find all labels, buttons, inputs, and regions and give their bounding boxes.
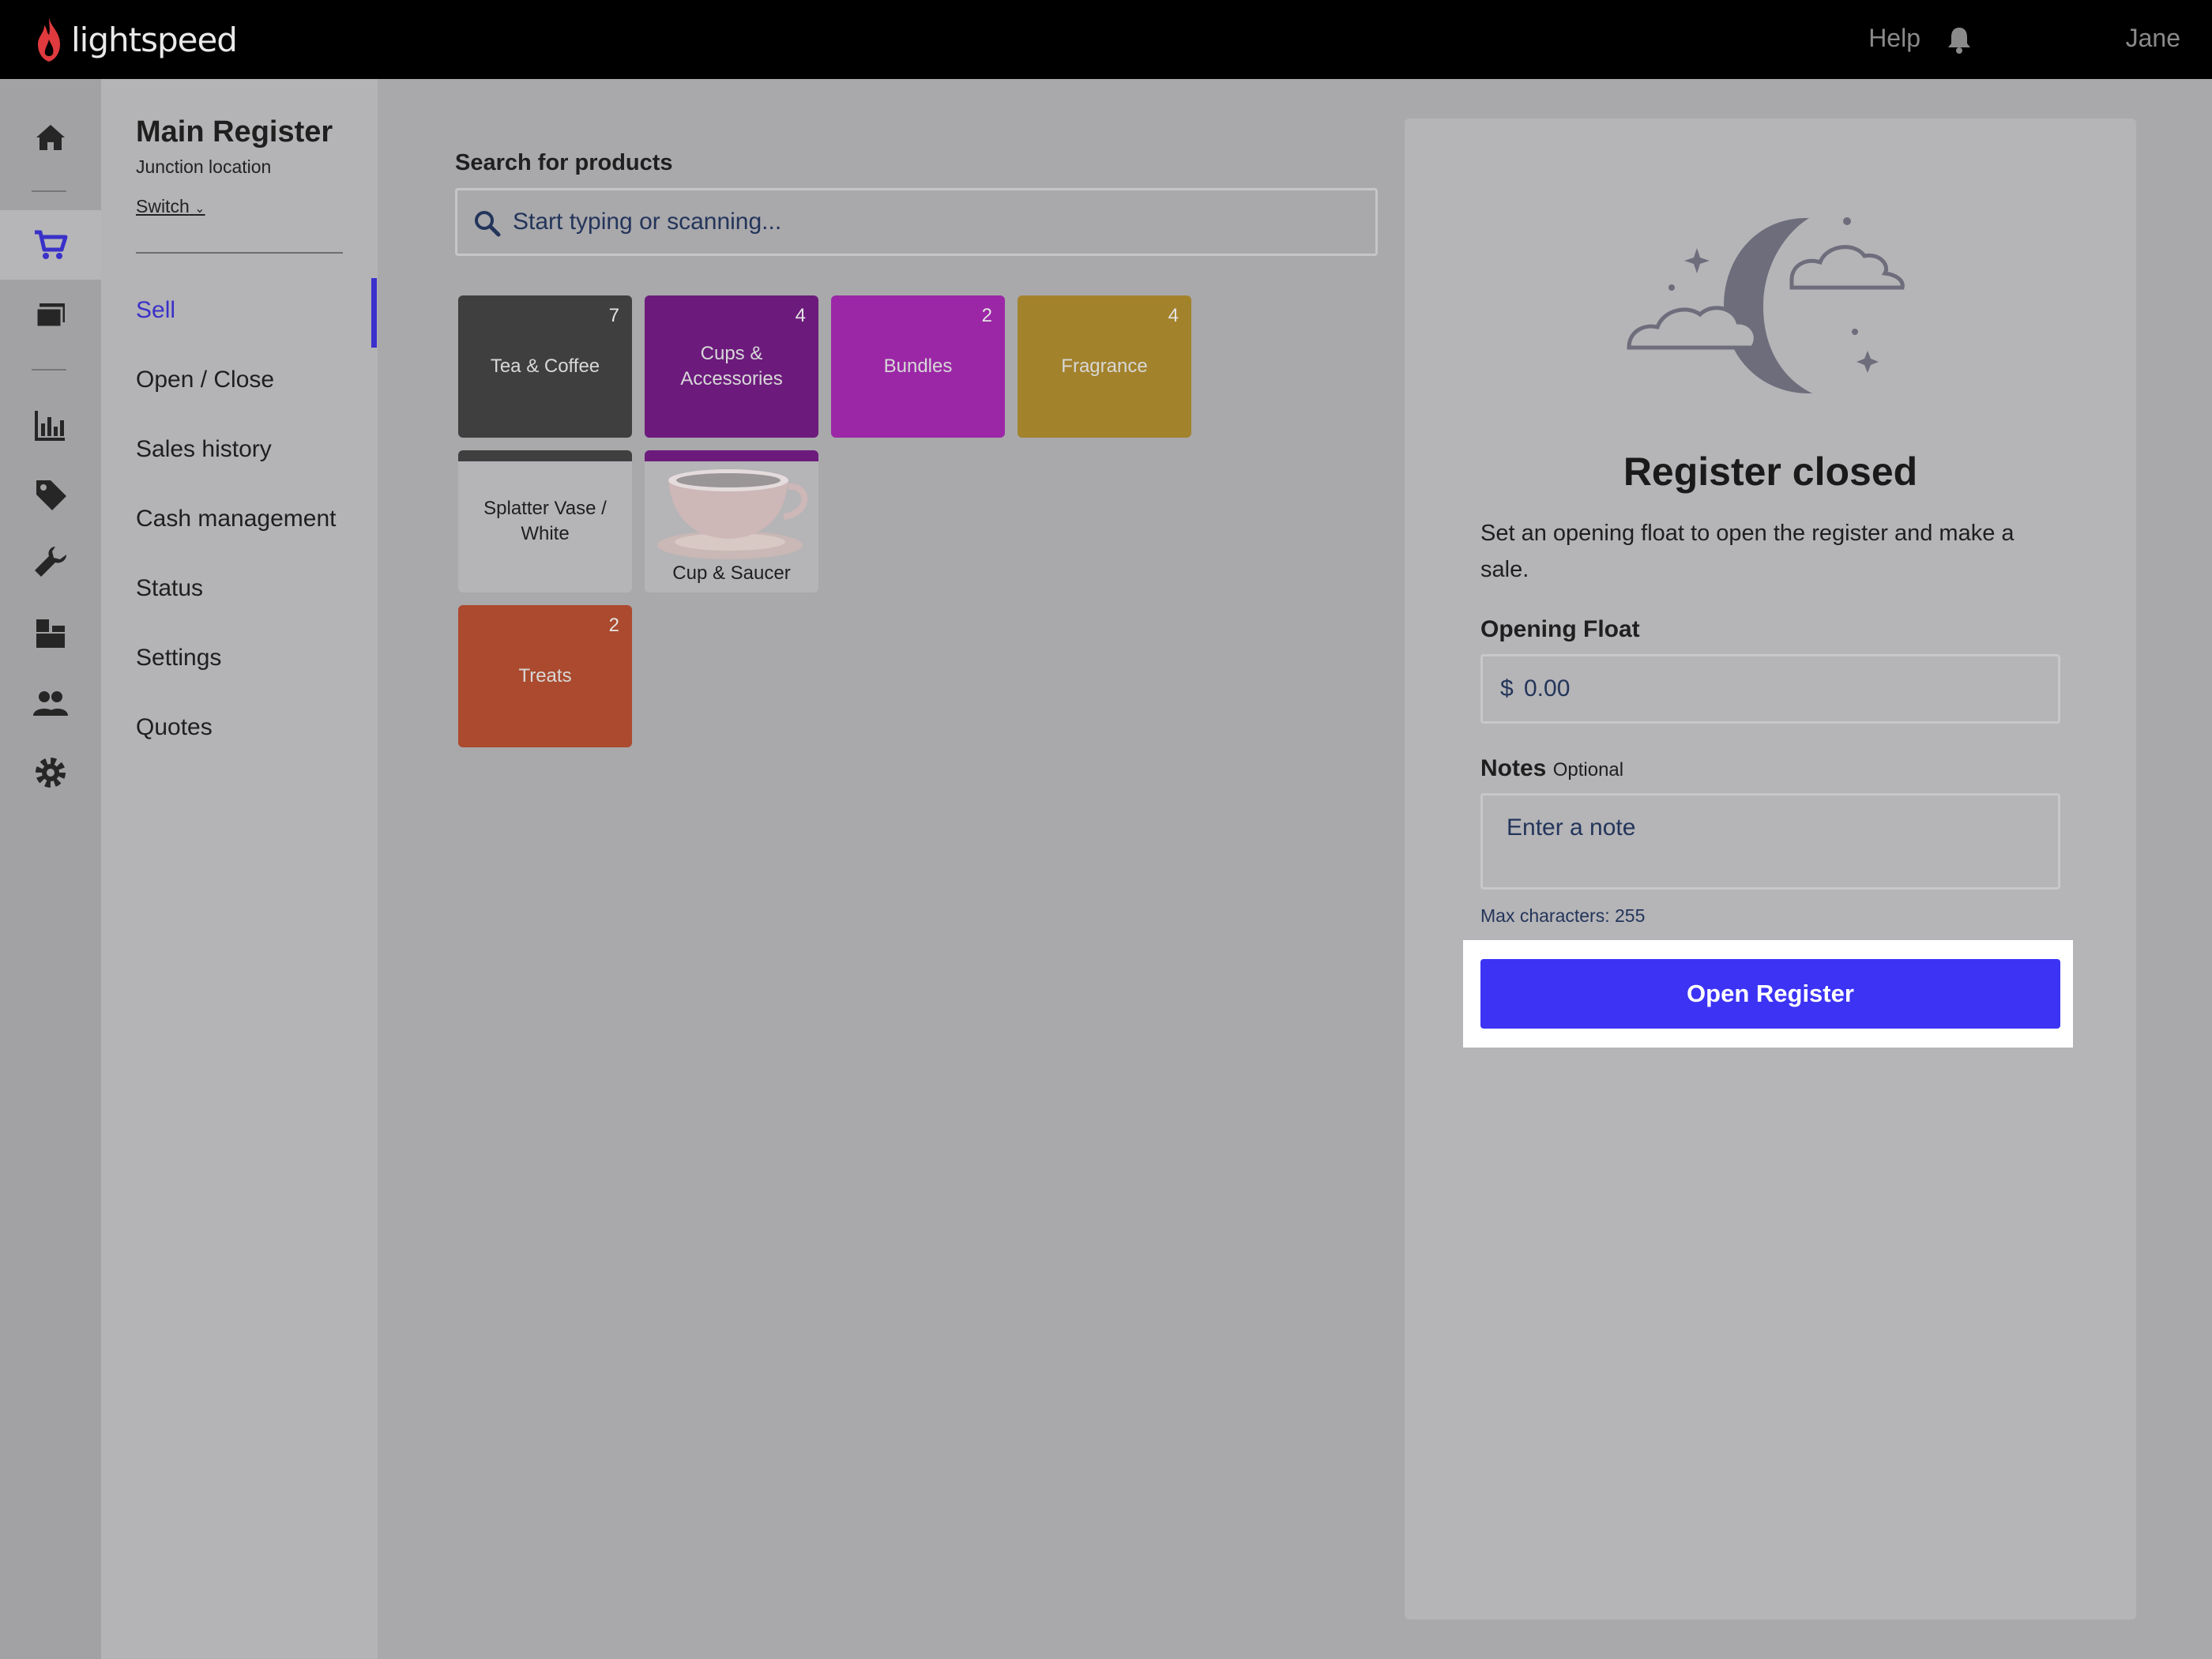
gear-icon[interactable] [32,754,70,792]
tile-label: Fragrance [1061,356,1148,377]
switch-label: Switch [136,196,190,216]
user-menu[interactable]: Jane [2126,24,2180,53]
tile-cups-accessories[interactable]: 4 Cups & Accessories [645,295,818,438]
nav-item-status[interactable]: Status [136,575,203,602]
opening-float-field[interactable]: $ [1480,654,2060,724]
panel-description: Set an opening float to open the registe… [1480,521,2014,582]
cart-icon[interactable] [32,226,70,264]
icon-rail [0,79,101,1659]
search-input[interactable] [513,190,1366,254]
tile-label: Cups & Accessories [680,343,783,389]
customers-icon[interactable] [32,684,70,722]
nav-item-settings[interactable]: Settings [136,645,221,672]
opening-float-label: Opening Float [1480,616,1640,642]
max-characters-hint: Max characters: 255 [1480,905,1646,926]
notes-optional-text: Optional [1552,759,1624,781]
tile-bundles[interactable]: 2 Bundles [831,295,1005,438]
chevron-down-icon: ⌄ [194,202,205,216]
lightspeed-logo[interactable]: lightspeed [33,16,238,63]
tile-splatter-vase[interactable]: Splatter Vase / White [458,450,632,592]
search-icon [475,211,501,237]
wrench-icon[interactable] [32,544,70,581]
switch-register-link[interactable]: Switch ⌄ [136,196,205,217]
search-label: Search for products [455,150,673,175]
notes-label: Notes Optional [1480,755,1623,782]
sidebar-divider [136,252,343,254]
register-sidebar: Main Register Junction location Switch ⌄… [101,79,378,1659]
top-bar: lightspeed Help Jane [0,0,2212,79]
rail-divider [32,369,66,371]
open-register-button[interactable]: Open Register [1480,959,2060,1029]
tile-tea-coffee[interactable]: 7 Tea & Coffee [458,295,632,438]
register-name: Main Register [136,115,333,149]
nav-item-sales-history[interactable]: Sales history [136,436,272,463]
register-closed-panel: Register closed Set an opening float to … [1405,118,2136,1620]
nav-item-sell[interactable]: Sell [136,297,175,324]
tile-label: Splatter Vase / White [483,498,607,544]
tile-fragrance[interactable]: 4 Fragrance [1018,295,1191,438]
tag-icon[interactable] [32,476,70,514]
panel-title: Register closed [1623,450,1918,494]
nav-item-quotes[interactable]: Quotes [136,714,213,741]
tile-cup-saucer[interactable]: Cup & Saucer [645,450,818,592]
nav-item-cash-management[interactable]: Cash management [136,506,336,532]
brand-name: lightspeed [71,20,238,59]
notes-input[interactable] [1507,814,2044,878]
product-search[interactable] [455,188,1378,256]
rail-divider [32,190,66,192]
register-location: Junction location [136,156,272,177]
help-link[interactable]: Help [1868,24,1920,53]
tile-label: Tea & Coffee [490,356,600,377]
tile-label: Treats [518,665,572,687]
tile-label: Bundles [883,356,953,377]
nav-item-open-close[interactable]: Open / Close [136,367,274,393]
reports-icon[interactable] [32,406,70,444]
tile-treats[interactable]: 2 Treats [458,605,632,747]
bell-icon[interactable] [1943,24,1975,55]
notes-label-text: Notes [1480,755,1547,781]
home-icon[interactable] [32,118,70,156]
active-nav-indicator [371,278,377,348]
cup-saucer-image [657,469,808,559]
currency-symbol: $ [1500,675,1514,702]
inventory-icon[interactable] [32,615,70,653]
register-icon[interactable] [32,297,70,335]
notes-field[interactable] [1480,793,2060,890]
moon-clouds-illustration [1627,217,1905,394]
opening-float-input[interactable] [1524,656,2045,721]
flame-logo-icon [38,17,60,62]
tile-label: Cup & Saucer [672,562,791,584]
